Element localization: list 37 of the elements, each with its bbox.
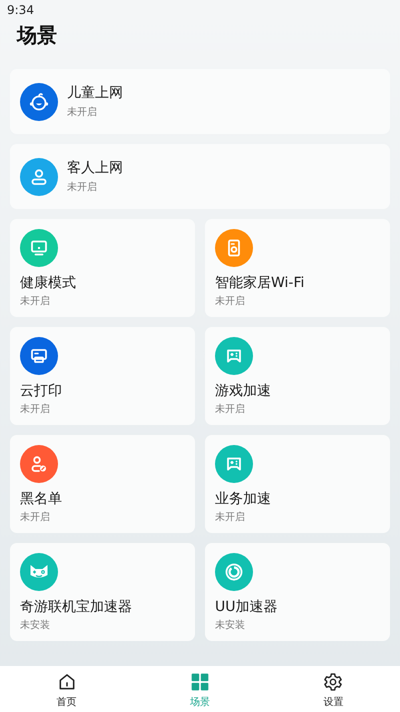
scene-status: 未安装 (20, 619, 50, 633)
nav-tab[interactable]: 首页 (0, 666, 134, 712)
scene-name: 奇游联机宝加速器 (20, 598, 132, 616)
scene-card[interactable]: UU加速器 未安装 (205, 543, 390, 641)
scene-card[interactable]: 游戏加速 未开启 (205, 327, 390, 425)
scene-status: 未开启 (67, 106, 98, 120)
scene-name: 客人上网 (67, 158, 123, 176)
scene-name: 健康模式 (20, 274, 76, 292)
scene-status: 未开启 (215, 511, 245, 525)
scene-status: 未开启 (215, 403, 245, 417)
scene-status: 未开启 (67, 180, 98, 194)
home-icon (56, 672, 77, 692)
scene-card[interactable]: 儿童上网 未开启 (10, 69, 390, 134)
scene-name: 游戏加速 (215, 382, 271, 400)
settings-icon (323, 672, 344, 692)
scene-card[interactable]: 智能家居Wi-Fi 未开启 (205, 219, 390, 317)
scene-name: 业务加速 (215, 490, 271, 508)
scene-status: 未开启 (215, 295, 245, 309)
scene-card[interactable]: 云打印 未开启 (10, 327, 195, 425)
scene-name: 智能家居Wi-Fi (215, 274, 304, 292)
scene-name: 黑名单 (20, 490, 62, 508)
scene-card[interactable]: 黑名单 未开启 (10, 435, 195, 533)
scene-name: 儿童上网 (67, 84, 123, 102)
scene-name: UU加速器 (215, 598, 278, 616)
status-time: 9:34 (7, 3, 34, 17)
scene-card[interactable]: 客人上网 未开启 (10, 144, 390, 209)
grid-icon (190, 672, 210, 692)
scene-status: 未安装 (215, 619, 245, 633)
scene-card[interactable]: 健康模式 未开启 (10, 219, 195, 317)
scene-card[interactable]: 业务加速 未开启 (205, 435, 390, 533)
scene-name: 云打印 (20, 382, 62, 400)
page-title: 场景 (17, 22, 58, 49)
scene-status: 未开启 (20, 295, 50, 309)
scene-card[interactable]: 奇游联机宝加速器 未安装 (10, 543, 195, 641)
scene-status: 未开启 (20, 511, 50, 525)
nav-tab[interactable]: 设置 (266, 666, 400, 712)
scene-status: 未开启 (20, 403, 50, 417)
